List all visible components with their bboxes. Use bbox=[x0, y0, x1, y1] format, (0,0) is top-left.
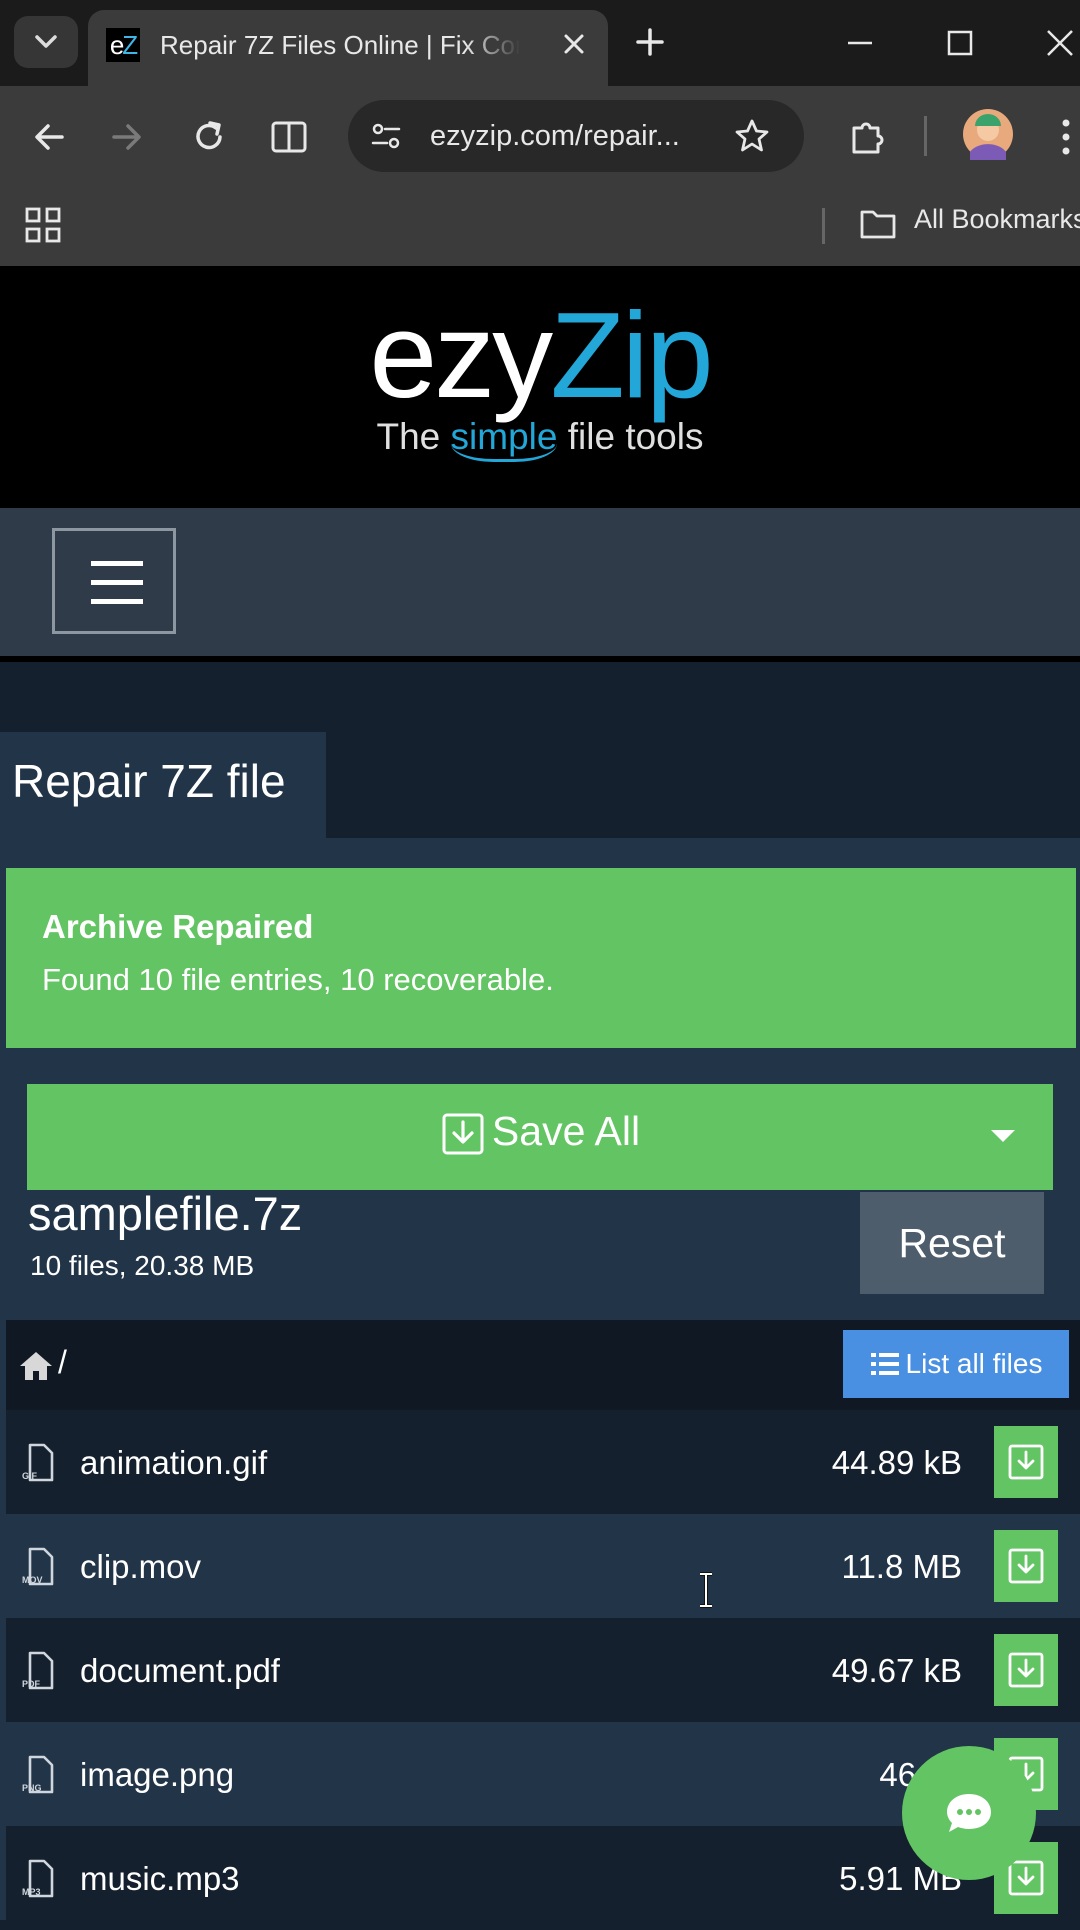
download-icon bbox=[1008, 1652, 1044, 1688]
tab-title: Repair 7Z Files Online | Fix Corrupt bbox=[160, 30, 520, 60]
chat-icon bbox=[947, 1794, 991, 1832]
back-icon[interactable] bbox=[26, 114, 72, 160]
browser-toolbar: ezyzip.com/repair... bbox=[0, 86, 1080, 186]
close-window-icon[interactable] bbox=[1030, 18, 1080, 68]
logo-ezy: ezy bbox=[369, 287, 553, 423]
minimize-icon[interactable] bbox=[830, 18, 890, 68]
file-size: 49.67 kB bbox=[831, 1652, 962, 1689]
page-main: Repair 7Z file Archive Repaired Found 10… bbox=[0, 662, 1080, 1930]
breadcrumb-path: / bbox=[58, 1344, 67, 1380]
png-file-icon: PNG bbox=[22, 1755, 54, 1794]
download-file-button[interactable] bbox=[994, 1530, 1058, 1602]
list-icon bbox=[870, 1353, 899, 1375]
svg-text:MP3: MP3 bbox=[22, 1887, 41, 1897]
download-icon bbox=[1008, 1548, 1044, 1584]
download-file-button[interactable] bbox=[994, 1426, 1058, 1498]
profile-avatar[interactable] bbox=[962, 108, 1014, 160]
dropdown-caret-icon[interactable] bbox=[991, 1130, 1015, 1142]
file-row: MOV clip.mov 11.8 MB bbox=[6, 1514, 1080, 1618]
address-bar[interactable]: ezyzip.com/repair... bbox=[348, 100, 804, 172]
bookmark-star-icon[interactable] bbox=[732, 116, 772, 156]
site-settings-icon[interactable] bbox=[368, 118, 404, 154]
save-all-label: Save All bbox=[491, 1108, 641, 1154]
menu-toggle-button[interactable] bbox=[52, 528, 176, 634]
chevron-down-icon bbox=[35, 35, 57, 48]
file-name: document.pdf bbox=[80, 1652, 280, 1689]
save-all-button[interactable]: Save All bbox=[27, 1084, 1053, 1190]
site-header: ezyZip The simple file tools bbox=[0, 266, 1080, 508]
chat-widget-button[interactable] bbox=[902, 1746, 1036, 1880]
success-alert: Archive Repaired Found 10 file entries, … bbox=[6, 868, 1076, 1048]
tagline-start: The bbox=[376, 416, 451, 457]
file-size: 44.89 kB bbox=[831, 1444, 962, 1481]
file-name: music.mp3 bbox=[80, 1860, 240, 1897]
archive-meta: 10 files, 20.38 MB bbox=[30, 1250, 255, 1281]
maximize-icon[interactable] bbox=[930, 18, 990, 68]
alert-title: Archive Repaired bbox=[42, 908, 314, 945]
reload-icon[interactable] bbox=[186, 114, 232, 160]
list-all-label: List all files bbox=[905, 1348, 1043, 1379]
repair-panel: Archive Repaired Found 10 file entries, … bbox=[0, 838, 1080, 1930]
download-icon bbox=[1008, 1444, 1044, 1480]
file-row: PDF document.pdf 49.67 kB bbox=[6, 1618, 1080, 1722]
url-text: ezyzip.com/repair... bbox=[430, 120, 680, 152]
download-file-button[interactable] bbox=[994, 1634, 1058, 1706]
bookmarks-bar: All Bookmarks bbox=[0, 186, 1080, 266]
logo-zip: Zip bbox=[550, 287, 713, 423]
svg-text:GIF: GIF bbox=[22, 1471, 38, 1481]
page-title: Repair 7Z file bbox=[12, 755, 286, 807]
close-tab-icon[interactable] bbox=[554, 24, 594, 64]
menu-dots-icon[interactable] bbox=[1056, 114, 1076, 160]
list-all-files-button[interactable]: List all files bbox=[843, 1330, 1069, 1398]
reset-button[interactable]: Reset bbox=[860, 1192, 1044, 1294]
new-tab-icon[interactable] bbox=[630, 22, 670, 62]
svg-text:PNG: PNG bbox=[22, 1783, 42, 1793]
mov-file-icon: MOV bbox=[22, 1547, 54, 1586]
split-view-icon[interactable] bbox=[266, 114, 312, 160]
tagline-simple: simple bbox=[450, 416, 558, 462]
svg-text:PDF: PDF bbox=[22, 1679, 41, 1689]
download-icon bbox=[442, 1113, 484, 1155]
forward-icon[interactable] bbox=[104, 114, 150, 160]
file-name: animation.gif bbox=[80, 1444, 268, 1481]
home-icon[interactable] bbox=[18, 1350, 54, 1382]
browser-tab[interactable]: eZ Repair 7Z Files Online | Fix Corrupt bbox=[88, 10, 608, 86]
ezyzip-logo[interactable]: ezyZip The simple file tools bbox=[0, 287, 1080, 462]
site-navbar bbox=[0, 508, 1080, 662]
file-name: image.png bbox=[80, 1756, 235, 1793]
apps-grid-icon[interactable] bbox=[22, 204, 64, 246]
text-cursor-icon bbox=[700, 1572, 712, 1608]
download-icon bbox=[1008, 1860, 1044, 1896]
ezyzip-favicon-icon: eZ bbox=[106, 28, 140, 62]
file-size: 11.8 MB bbox=[841, 1548, 962, 1585]
mp3-file-icon: MP3 bbox=[22, 1859, 54, 1898]
bookmarks-divider bbox=[822, 208, 825, 244]
file-name: clip.mov bbox=[80, 1548, 202, 1585]
file-row: GIF animation.gif 44.89 kB bbox=[6, 1410, 1080, 1514]
alert-text: Found 10 file entries, 10 recoverable. bbox=[42, 962, 554, 997]
all-bookmarks-button[interactable]: All Bookmarks bbox=[914, 204, 1080, 235]
toolbar-divider bbox=[924, 116, 927, 156]
tab-search-button[interactable] bbox=[14, 16, 78, 68]
svg-text:MOV: MOV bbox=[22, 1575, 43, 1585]
pdf-file-icon: PDF bbox=[22, 1651, 54, 1690]
breadcrumb: / List all files bbox=[6, 1320, 1080, 1410]
tagline-end: file tools bbox=[557, 416, 704, 457]
extensions-icon[interactable] bbox=[844, 114, 890, 160]
folder-icon bbox=[860, 210, 896, 239]
archive-name: samplefile.7z bbox=[28, 1187, 303, 1240]
browser-tab-bar: eZ Repair 7Z Files Online | Fix Corrupt bbox=[0, 0, 1080, 86]
gif-file-icon: GIF bbox=[22, 1443, 54, 1482]
page-title-tab: Repair 7Z file bbox=[0, 732, 326, 838]
